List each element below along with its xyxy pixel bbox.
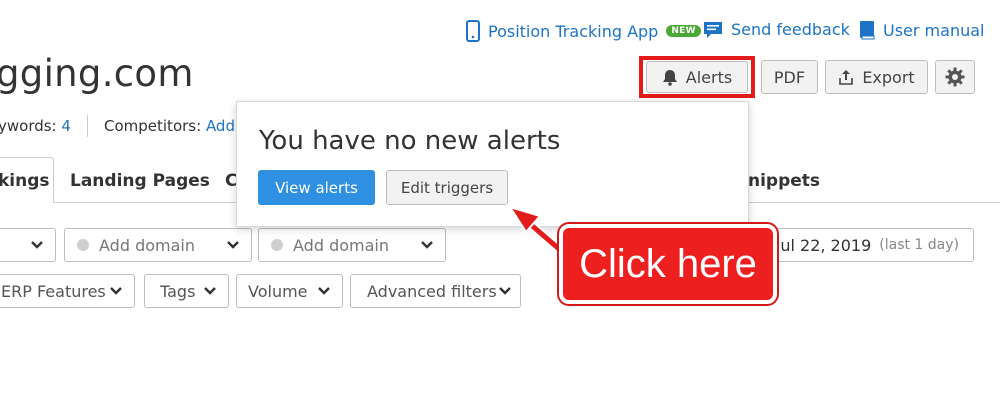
- annotation-arrow: [507, 205, 571, 260]
- click-here-callout: Click here: [559, 224, 777, 304]
